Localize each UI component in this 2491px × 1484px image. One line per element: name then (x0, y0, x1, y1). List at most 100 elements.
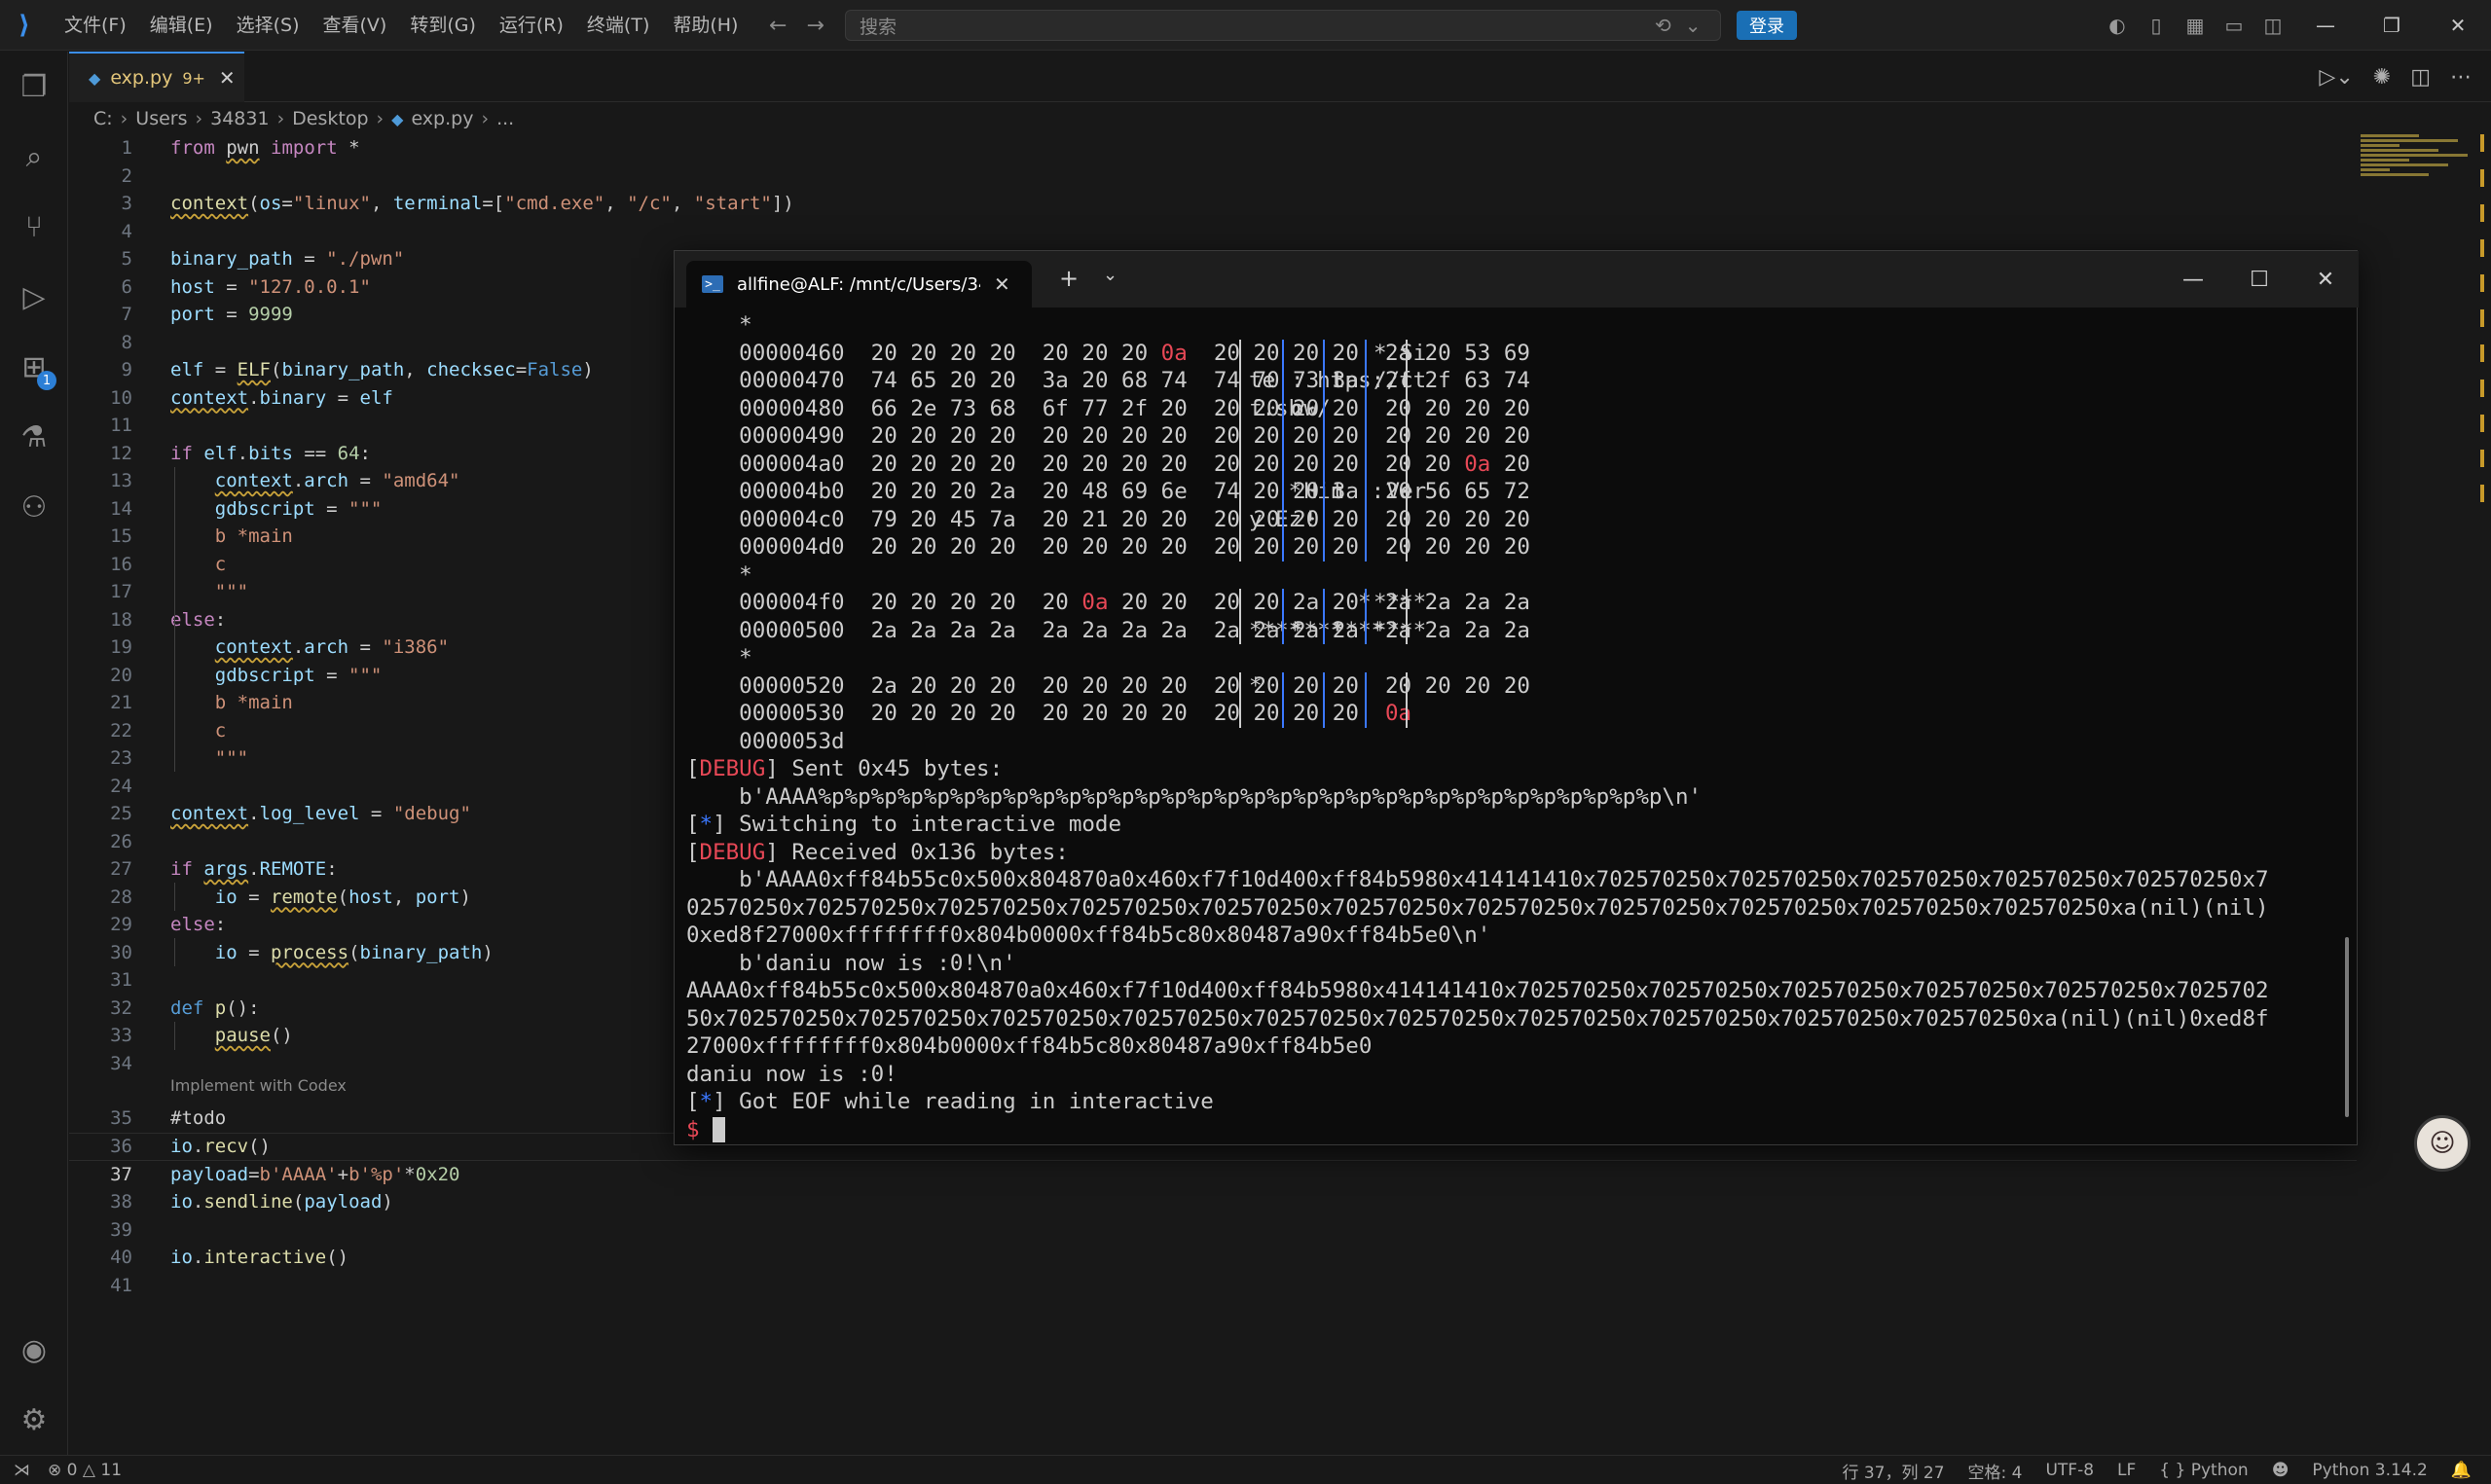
hex-bytes: 2a 2a 2a 2a 2a 2a 2a 2a 2a 2a 2a 2a 2a 2… (844, 617, 1530, 643)
hex-offset: 00000480 (686, 395, 845, 421)
hex-ascii-divider (1239, 671, 1241, 728)
copilot-status-icon[interactable]: ☻ (2272, 1461, 2290, 1480)
restore-icon[interactable]: ❐ (2359, 0, 2425, 51)
eol[interactable]: LF (2117, 1461, 2136, 1480)
hex-ascii-divider (1365, 339, 1367, 561)
chevron-down-icon[interactable]: ⌄ (1685, 14, 1702, 37)
terminal-log-line: 02570250x702570250x702570250x702570250x7… (686, 894, 2269, 922)
chevron-down-icon[interactable]: ⌄ (1103, 265, 1117, 285)
encoding[interactable]: UTF-8 (2045, 1461, 2094, 1480)
extensions-icon[interactable]: ⊞ 1 (0, 332, 68, 402)
terminal-hex-line: 00000480 66 2e 73 68 6f 77 2f 20 20 20 2… (686, 395, 1530, 422)
minimize-icon[interactable]: — (2160, 251, 2226, 308)
hex-newline-byte: 0a (1160, 340, 1188, 366)
indent-guide (174, 467, 175, 772)
menu-help[interactable]: 帮助(H) (661, 0, 750, 51)
search-icon[interactable]: ⌕ (0, 122, 68, 192)
log-text: 27000xffffffff0x804b0000xff84b5c80x80487… (686, 1033, 1373, 1059)
terminal-output[interactable]: * 00000460 20 20 20 20 20 20 20 0a 20 20… (686, 311, 2341, 1142)
run-file-icon[interactable]: ▷⌄ (2319, 65, 2353, 90)
code-line: 4 (121, 220, 132, 242)
menu-view[interactable]: 查看(V) (311, 0, 399, 51)
menu-selection[interactable]: 选择(S) (225, 0, 311, 51)
forward-arrow-icon[interactable]: → (806, 14, 824, 38)
toggle-panel-icon[interactable]: ▭ (2215, 0, 2253, 51)
indent-guide (174, 938, 175, 966)
python-interpreter[interactable]: Python 3.14.2 (2312, 1461, 2427, 1480)
breadcrumb-symbol[interactable]: ... (496, 108, 514, 129)
menu-edit[interactable]: 编辑(E) (138, 0, 225, 51)
terminal-log-line: daniu now is :0! (686, 1061, 897, 1088)
close-icon[interactable]: ✕ (2425, 0, 2491, 51)
hex-offset: 000004a0 (686, 451, 845, 477)
hex-newline-byte: 0a (1464, 451, 1491, 477)
breadcrumb-desktop[interactable]: Desktop (292, 108, 368, 129)
gear-icon[interactable]: ⚙ (0, 1385, 68, 1455)
hex-ascii-cell: ! (1291, 506, 1318, 532)
toggle-sidebar-icon[interactable]: ▯ (2137, 0, 2176, 51)
sync-icon[interactable]: ⟲ (1655, 14, 1671, 37)
menu-bar: 文件(F) 编辑(E) 选择(S) 查看(V) 转到(G) 运行(R) 终端(T… (53, 0, 750, 51)
menu-run[interactable]: 运行(R) (488, 0, 575, 51)
terminal-hex-line: * (686, 311, 752, 339)
more-actions-icon[interactable]: ⋯ (2450, 65, 2472, 90)
menu-file[interactable]: 文件(F) (53, 0, 138, 51)
tab-exp-py[interactable]: ◆ exp.py 9+ ✕ (69, 52, 244, 102)
account-icon[interactable]: ◉ (0, 1315, 68, 1385)
python-file-icon: ◆ (89, 68, 101, 88)
chevron-right-icon: › (376, 108, 385, 129)
minimap[interactable] (2361, 134, 2477, 212)
command-center-search[interactable]: 搜索 (845, 10, 1721, 41)
codex-hint[interactable]: Implement with Codex (170, 1076, 347, 1095)
python-file-icon: ◆ (391, 109, 404, 128)
terminal-tab[interactable]: >_ allfine@ALF: /mnt/c/Users/348 ✕ (686, 261, 1032, 308)
hex-offset: 000004d0 (686, 534, 845, 560)
toggle-secondary-sidebar-icon[interactable]: ◫ (2253, 0, 2292, 51)
source-control-icon[interactable]: ⑂ (0, 192, 68, 262)
problems-indicator[interactable]: ⊗ 0 △ 11 (48, 1461, 122, 1480)
terminal-hex-line: 00000530 20 20 20 20 20 20 20 20 20 20 2… (686, 700, 1411, 727)
new-tab-icon[interactable]: + (1059, 265, 1079, 292)
breadcrumb-drive[interactable]: C: (93, 108, 113, 129)
hex-ascii-divider (1323, 671, 1325, 728)
copilot-icon[interactable]: ◐ (2098, 0, 2137, 51)
layout-icon[interactable]: ▦ (2176, 0, 2215, 51)
hex-bytes: 20 20 20 20 20 20 20 (844, 340, 1161, 366)
cursor-position[interactable]: 行 37，列 27 (1842, 1459, 1944, 1483)
menu-terminal[interactable]: 终端(T) (575, 0, 661, 51)
testing-icon[interactable]: ⚗ (0, 402, 68, 472)
hex-offset: 000004c0 (686, 506, 845, 532)
hex-ascii-divider (1406, 589, 1408, 644)
breadcrumb-user[interactable]: 34831 (210, 108, 269, 129)
terminal-hex-line: 000004c0 79 20 45 7a 20 21 20 20 20 20 2… (686, 506, 1530, 533)
log-text: 02570250x702570250x702570250x702570250x7… (686, 894, 2269, 921)
breadcrumb-users[interactable]: Users (135, 108, 187, 129)
chevron-right-icon: › (276, 108, 285, 129)
breadcrumb: C: › Users › 34831 › Desktop › ◆ exp.py … (93, 105, 514, 132)
remote-icon[interactable]: ⋊ (14, 1461, 30, 1480)
menu-go[interactable]: 转到(G) (398, 0, 488, 51)
run-debug-icon[interactable]: ▷ (0, 262, 68, 332)
language-mode[interactable]: { } Python (2159, 1461, 2248, 1480)
chatgpt-icon[interactable]: ✺ (2373, 65, 2391, 90)
indentation[interactable]: 空格: 4 (1968, 1459, 2023, 1483)
close-icon[interactable]: ✕ (2292, 251, 2359, 308)
login-button[interactable]: 登录 (1737, 11, 1797, 40)
back-arrow-icon[interactable]: ← (769, 14, 787, 38)
maximize-icon[interactable]: ☐ (2226, 251, 2292, 308)
minimize-icon[interactable]: — (2292, 0, 2359, 51)
split-editor-icon[interactable]: ◫ (2410, 65, 2431, 90)
avatar[interactable]: ☺ (2414, 1115, 2471, 1172)
python-icon[interactable]: ⚇ (0, 472, 68, 542)
breadcrumb-file[interactable]: exp.py (411, 108, 473, 129)
bell-icon[interactable]: 🔔 (2451, 1461, 2472, 1480)
terminal-hex-line: 0000053d (686, 728, 871, 755)
nav-arrows: ← → (769, 0, 824, 51)
terminal-scrollbar[interactable] (2345, 937, 2349, 1117)
hex-ascii-divider (1323, 589, 1325, 644)
tab-close-icon[interactable]: ✕ (219, 66, 236, 90)
code-line: 3 context(os="linux", terminal=["cmd.exe"… (121, 193, 794, 214)
terminal-log-line: b'AAAA%p%p%p%p%p%p%p%p%p%p%p%p%p%p%p%p%p… (686, 783, 1702, 811)
close-icon[interactable]: ✕ (994, 272, 1010, 296)
explorer-icon[interactable]: ❐ (0, 52, 68, 122)
